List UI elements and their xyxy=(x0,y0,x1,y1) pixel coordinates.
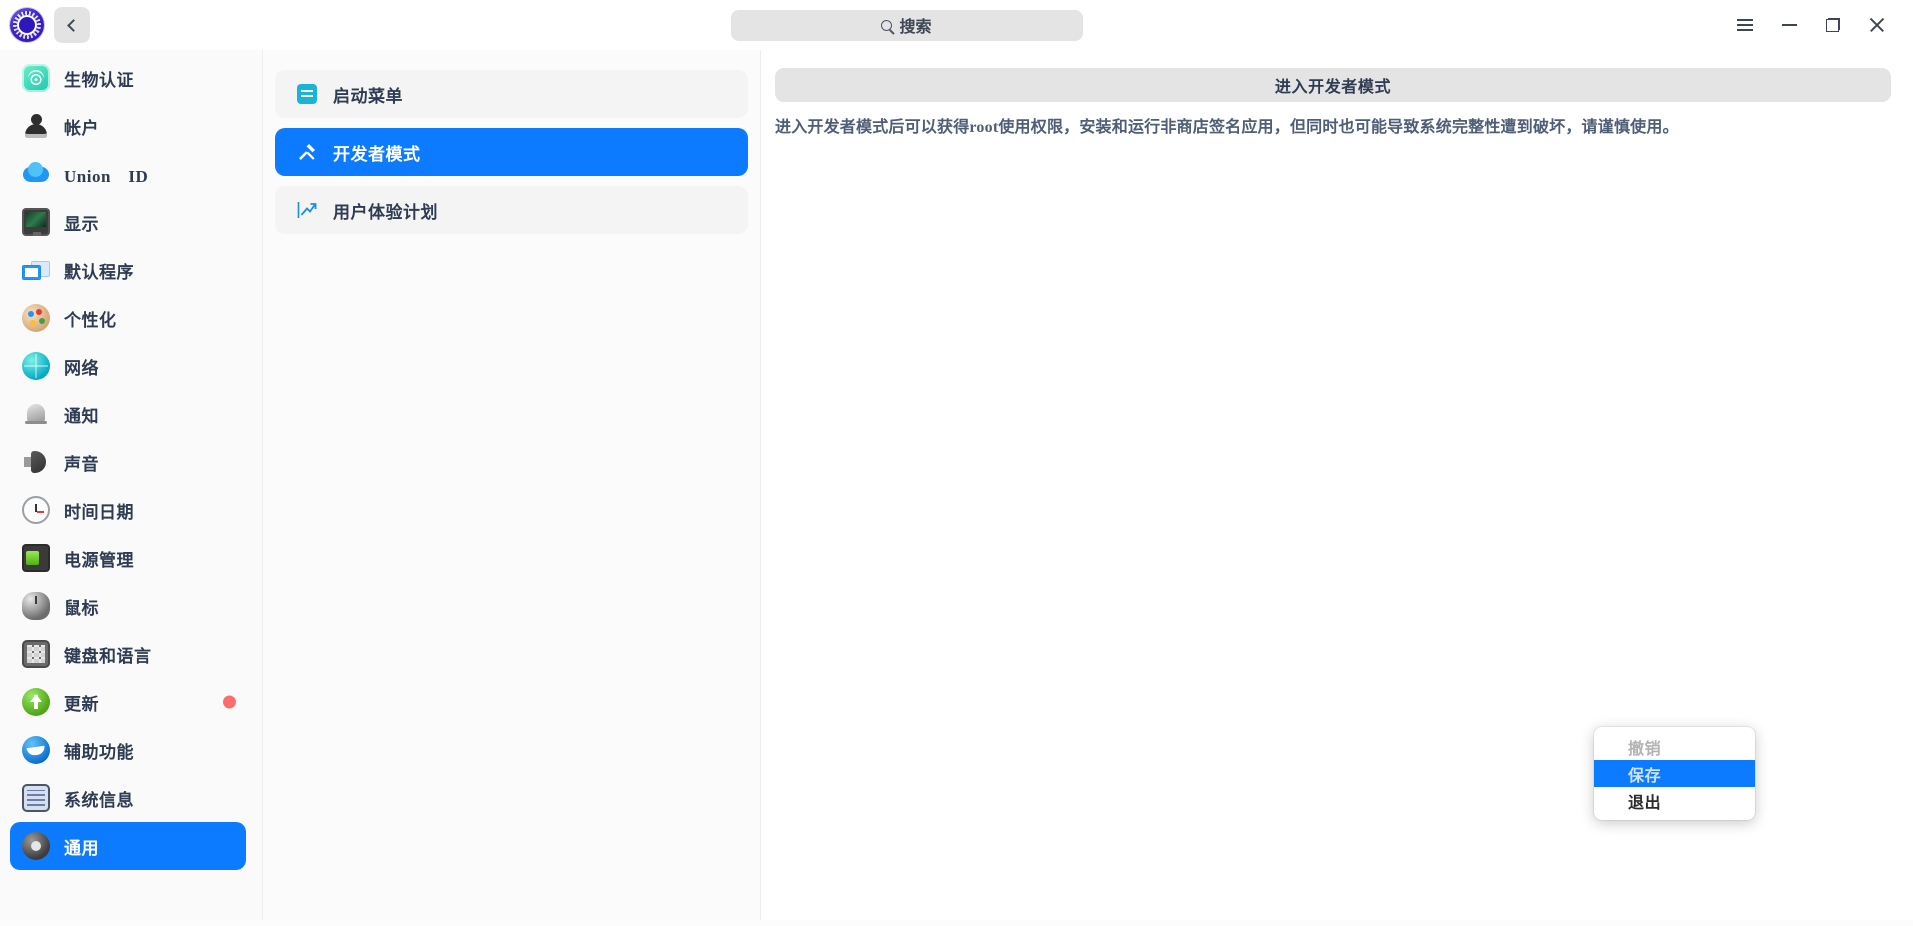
sidebar-item-3[interactable]: Union ID xyxy=(10,150,246,198)
sidebar-item-label: 通知 xyxy=(64,406,99,426)
hamburger-icon xyxy=(1737,19,1753,31)
sidebar-item-label: Union ID xyxy=(64,166,149,186)
sidebar-item-2[interactable]: 帐户 xyxy=(10,102,246,150)
sidebar-item-label: 帐户 xyxy=(64,118,99,138)
bell-icon xyxy=(22,400,50,428)
search-placeholder: 搜索 xyxy=(899,19,932,36)
minimize-button[interactable] xyxy=(1767,5,1811,45)
sidebar-item-label: 系统信息 xyxy=(64,790,134,810)
context-menu-item-2[interactable]: 保存 xyxy=(1594,760,1755,787)
start-menu-icon xyxy=(297,84,317,104)
close-button[interactable] xyxy=(1855,5,1899,45)
palette-icon xyxy=(22,304,50,332)
sidebar-item-9[interactable]: 声音 xyxy=(10,438,246,486)
monitor-icon xyxy=(22,208,50,236)
subsection-item-label: 用户体验计划 xyxy=(333,202,438,222)
title-bar-center: 搜索 xyxy=(90,9,1723,41)
developer-mode-description: 进入开发者模式后可以获得root使用权限，安装和运行非商店签名应用，但同时也可能… xyxy=(775,119,1679,136)
search-icon xyxy=(881,19,893,31)
clock-icon xyxy=(22,496,50,524)
subsection-item-3[interactable]: 用户体验计划 xyxy=(275,186,748,234)
context-menu-item-3[interactable]: 退出 xyxy=(1594,787,1755,814)
minimize-icon xyxy=(1781,24,1797,26)
sidebar-item-10[interactable]: 时间日期 xyxy=(10,486,246,534)
cloud-icon xyxy=(22,160,50,188)
default-apps-icon xyxy=(22,256,50,284)
subsection-item-2[interactable]: 开发者模式 xyxy=(275,128,748,176)
hammer-tools-icon xyxy=(297,142,317,162)
sidebar-item-label: 生物认证 xyxy=(64,70,134,90)
enter-developer-mode-button[interactable]: 进入开发者模式 xyxy=(775,68,1891,102)
sidebar-item-label: 显示 xyxy=(64,214,99,234)
accessibility-icon xyxy=(22,736,50,764)
chevron-left-icon xyxy=(67,18,80,32)
sidebar-item-label: 通用 xyxy=(64,838,99,858)
uos-logo-icon xyxy=(10,8,44,42)
window-controls xyxy=(1723,5,1913,45)
sidebar-item-17[interactable]: 通用 xyxy=(10,822,246,870)
mouse-icon xyxy=(22,592,50,620)
sidebar-item-label: 默认程序 xyxy=(64,262,134,282)
speaker-icon xyxy=(22,448,50,476)
globe-icon xyxy=(22,352,50,380)
sidebar-item-6[interactable]: 个性化 xyxy=(10,294,246,342)
sidebar-item-4[interactable]: 显示 xyxy=(10,198,246,246)
sidebar-item-8[interactable]: 通知 xyxy=(10,390,246,438)
context-menu-item-1[interactable]: 撤销 xyxy=(1594,733,1755,760)
settings-window: 搜索 生物认证帐户 Union ID 显示默认程序个性化网络通知声音时间日期电源管理… xyxy=(0,0,1913,926)
subsection-item-label: 开发者模式 xyxy=(333,144,421,164)
sidebar-item-label: 鼠标 xyxy=(64,598,99,618)
sidebar-item-label: 时间日期 xyxy=(64,502,134,522)
sidebar-item-label: 电源管理 xyxy=(64,550,134,570)
sidebar-item-16[interactable]: 系统信息 xyxy=(10,774,246,822)
update-notification-badge xyxy=(223,695,236,709)
battery-icon xyxy=(22,544,50,572)
general-subsection-list[interactable]: 启动菜单开发者模式用户体验计划 xyxy=(263,50,761,926)
sidebar-item-label: 更新 xyxy=(64,694,99,714)
sidebar-item-14[interactable]: 更新 xyxy=(10,678,246,726)
back-button[interactable] xyxy=(54,7,90,43)
restore-button[interactable] xyxy=(1811,5,1855,45)
restore-icon xyxy=(1826,18,1840,32)
sidebar-item-13[interactable]: 键盘和语言 xyxy=(10,630,246,678)
window-bottom-strip xyxy=(0,920,1913,926)
sidebar-item-label: 个性化 xyxy=(64,310,117,330)
fingerprint-icon xyxy=(22,64,50,92)
search-input[interactable]: 搜索 xyxy=(730,9,1083,41)
keyboard-icon xyxy=(22,640,50,668)
sidebar-item-5[interactable]: 默认程序 xyxy=(10,246,246,294)
menu-button[interactable] xyxy=(1723,5,1767,45)
system-info-icon xyxy=(22,784,50,812)
subsection-item-1[interactable]: 启动菜单 xyxy=(275,70,748,118)
sidebar-item-7[interactable]: 网络 xyxy=(10,342,246,390)
close-icon xyxy=(1869,17,1885,33)
trend-up-icon xyxy=(297,200,317,220)
sidebar-item-label: 辅助功能 xyxy=(64,742,134,762)
sidebar-item-label: 声音 xyxy=(64,454,99,474)
context-menu[interactable]: 撤销 保存 退出 xyxy=(1594,727,1755,820)
sidebar-item-11[interactable]: 电源管理 xyxy=(10,534,246,582)
update-arrow-icon xyxy=(22,688,50,716)
subsection-item-label: 启动菜单 xyxy=(333,86,403,106)
sidebar-item-label: 网络 xyxy=(64,358,99,378)
title-bar-left xyxy=(0,7,90,43)
gear-icon xyxy=(22,832,50,860)
settings-sidebar[interactable]: 生物认证帐户 Union ID 显示默认程序个性化网络通知声音时间日期电源管理鼠标键… xyxy=(0,50,263,926)
title-bar: 搜索 xyxy=(0,0,1913,50)
sidebar-item-1[interactable]: 生物认证 xyxy=(10,54,246,102)
account-icon xyxy=(22,112,50,140)
sidebar-item-15[interactable]: 辅助功能 xyxy=(10,726,246,774)
sidebar-item-label: 键盘和语言 xyxy=(64,646,152,666)
sidebar-item-12[interactable]: 鼠标 xyxy=(10,582,246,630)
